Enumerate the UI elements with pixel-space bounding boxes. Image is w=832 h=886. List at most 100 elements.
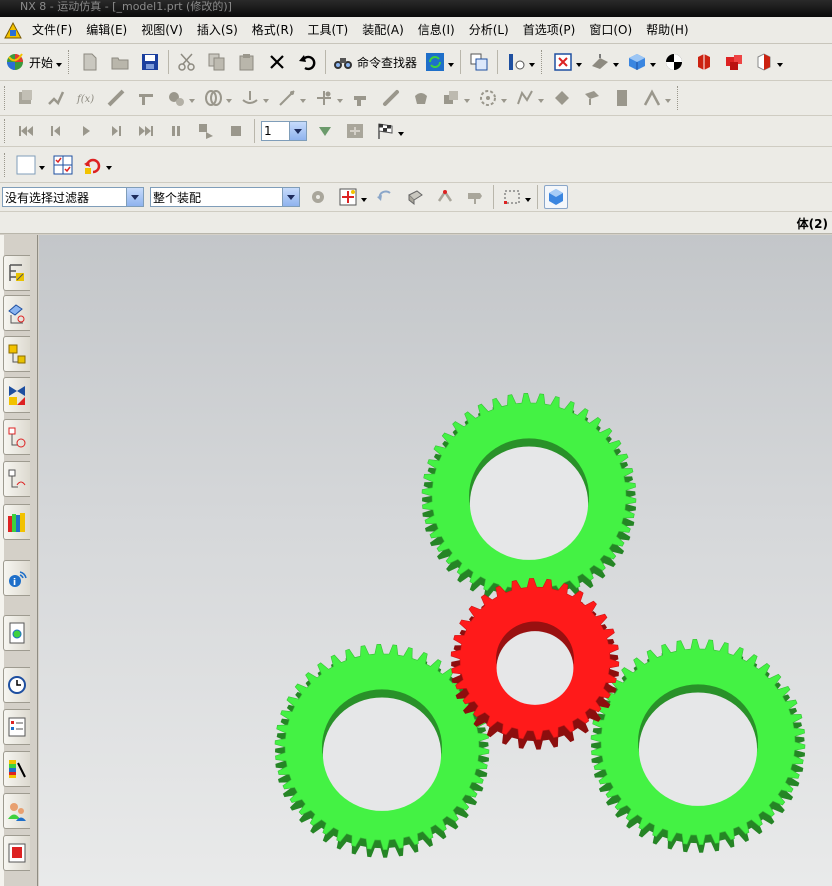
toolbar-grip[interactable]: [4, 119, 7, 143]
menu-view[interactable]: 视图(V): [134, 17, 190, 44]
undo-button[interactable]: [295, 50, 319, 74]
menu-tools[interactable]: 工具(T): [301, 17, 356, 44]
open-file-button[interactable]: [108, 50, 132, 74]
menu-preferences[interactable]: 首选项(P): [516, 17, 583, 44]
reuse-library-tab[interactable]: [3, 419, 30, 455]
gear-assembly-scene[interactable]: [39, 235, 832, 886]
save-button[interactable]: [138, 50, 162, 74]
link-button[interactable]: [14, 86, 38, 110]
step-forward-button[interactable]: [104, 119, 128, 143]
start-button[interactable]: 开始: [4, 51, 62, 73]
component-display-button[interactable]: [752, 50, 776, 74]
information-dropdown-arrow[interactable]: [529, 57, 535, 67]
process-studio-tab[interactable]: [3, 615, 30, 651]
paste-button[interactable]: [235, 50, 259, 74]
select-link-button[interactable]: [463, 185, 487, 209]
constraint-navigator-tab[interactable]: [3, 295, 30, 331]
filter-settings-button[interactable]: [306, 185, 330, 209]
component-group-button[interactable]: [722, 50, 746, 74]
measure-dropdown-arrow[interactable]: [501, 93, 507, 103]
driven-gear-right[interactable]: [590, 638, 806, 853]
coupler-dropdown-arrow[interactable]: [226, 93, 232, 103]
snap-point-button[interactable]: [336, 185, 360, 209]
menu-help[interactable]: 帮助(H): [639, 17, 695, 44]
contact-dropdown-arrow[interactable]: [464, 93, 470, 103]
curve-constraint-dropdown-arrow[interactable]: [263, 93, 269, 103]
chevron-down-icon[interactable]: [289, 122, 306, 140]
interference-button[interactable]: [550, 86, 574, 110]
rewind-to-start-button[interactable]: [14, 119, 38, 143]
refresh-dropdown-arrow[interactable]: [448, 57, 454, 67]
show-hide-button[interactable]: [692, 50, 716, 74]
part-navigator-tab[interactable]: [3, 336, 30, 372]
clock-history-tab[interactable]: [3, 667, 30, 703]
type-filter-select[interactable]: 没有选择过滤器: [2, 187, 144, 207]
packaging-button[interactable]: [610, 86, 634, 110]
system-materials-tab[interactable]: [3, 709, 30, 745]
menu-file[interactable]: 文件(F): [25, 17, 79, 44]
driven-gear-top[interactable]: [421, 392, 637, 607]
orient-view-button[interactable]: [588, 50, 612, 74]
copy-button[interactable]: [205, 50, 229, 74]
document-tab[interactable]: [3, 835, 30, 871]
select-color-button[interactable]: [14, 153, 38, 177]
force-button[interactable]: [349, 86, 373, 110]
menu-analysis[interactable]: 分析(L): [462, 17, 516, 44]
cut-button[interactable]: [175, 50, 199, 74]
menu-insert[interactable]: 插入(S): [190, 17, 245, 44]
toolbar-grip[interactable]: [4, 86, 7, 110]
gear-pair-button[interactable]: [164, 86, 188, 110]
reset-button[interactable]: [81, 153, 105, 177]
rectangle-select-dropdown-arrow[interactable]: [525, 192, 531, 202]
trace-dropdown-arrow[interactable]: [538, 93, 544, 103]
snap-point-dropdown-arrow[interactable]: [361, 192, 367, 202]
torque-button[interactable]: [379, 86, 403, 110]
animation-dropdown-arrow[interactable]: [398, 126, 404, 136]
animation-step-select[interactable]: 1: [261, 121, 307, 141]
curve-constraint-button[interactable]: [238, 86, 262, 110]
chevron-down-icon[interactable]: [282, 188, 299, 206]
new-file-button[interactable]: [78, 50, 102, 74]
assembly-navigator-tab[interactable]: [3, 255, 30, 291]
app-logo-icon[interactable]: [3, 20, 23, 40]
refresh-button[interactable]: [423, 50, 447, 74]
bushing-button[interactable]: [409, 86, 433, 110]
measure-button[interactable]: [476, 86, 500, 110]
marker-dropdown-arrow[interactable]: [300, 93, 306, 103]
toolbar-grip[interactable]: [68, 50, 71, 74]
start-dropdown-arrow[interactable]: [56, 57, 62, 67]
grid-select-button[interactable]: [51, 153, 75, 177]
toolbar-grip[interactable]: [541, 50, 544, 74]
stop-button[interactable]: [224, 119, 248, 143]
undo-selection-button[interactable]: [373, 185, 397, 209]
rectangle-select-button[interactable]: [500, 185, 524, 209]
point-button[interactable]: [312, 86, 336, 110]
selection-scope-select[interactable]: 整个装配: [150, 187, 300, 207]
export-button[interactable]: [313, 119, 337, 143]
play-button[interactable]: [74, 119, 98, 143]
step-back-button[interactable]: [44, 119, 68, 143]
driven-gear-left[interactable]: [274, 643, 490, 858]
fit-view-dropdown-arrow[interactable]: [576, 57, 582, 67]
roles-tab[interactable]: [3, 793, 30, 829]
menu-window[interactable]: 窗口(O): [582, 17, 639, 44]
select-solid-button[interactable]: [403, 185, 427, 209]
select-color-dropdown-arrow[interactable]: [39, 160, 45, 170]
delete-button[interactable]: [265, 50, 289, 74]
contact-button[interactable]: [439, 86, 463, 110]
chevron-down-icon[interactable]: [126, 188, 143, 206]
hd3d-tools-tab[interactable]: [3, 461, 30, 497]
damper-button[interactable]: [134, 86, 158, 110]
solver-button[interactable]: [580, 86, 604, 110]
select-body-button[interactable]: [544, 185, 568, 209]
menu-edit[interactable]: 编辑(E): [79, 17, 134, 44]
orient-view-dropdown-arrow[interactable]: [613, 57, 619, 67]
trace-button[interactable]: [513, 86, 537, 110]
joint-button[interactable]: [44, 86, 68, 110]
component-display-dropdown-arrow[interactable]: [777, 57, 783, 67]
spring-button[interactable]: [104, 86, 128, 110]
menu-format[interactable]: 格式(R): [245, 17, 301, 44]
graphing-dropdown-arrow[interactable]: [665, 93, 671, 103]
window-switch-button[interactable]: [467, 50, 491, 74]
command-finder-button[interactable]: 命令查找器: [332, 51, 417, 73]
